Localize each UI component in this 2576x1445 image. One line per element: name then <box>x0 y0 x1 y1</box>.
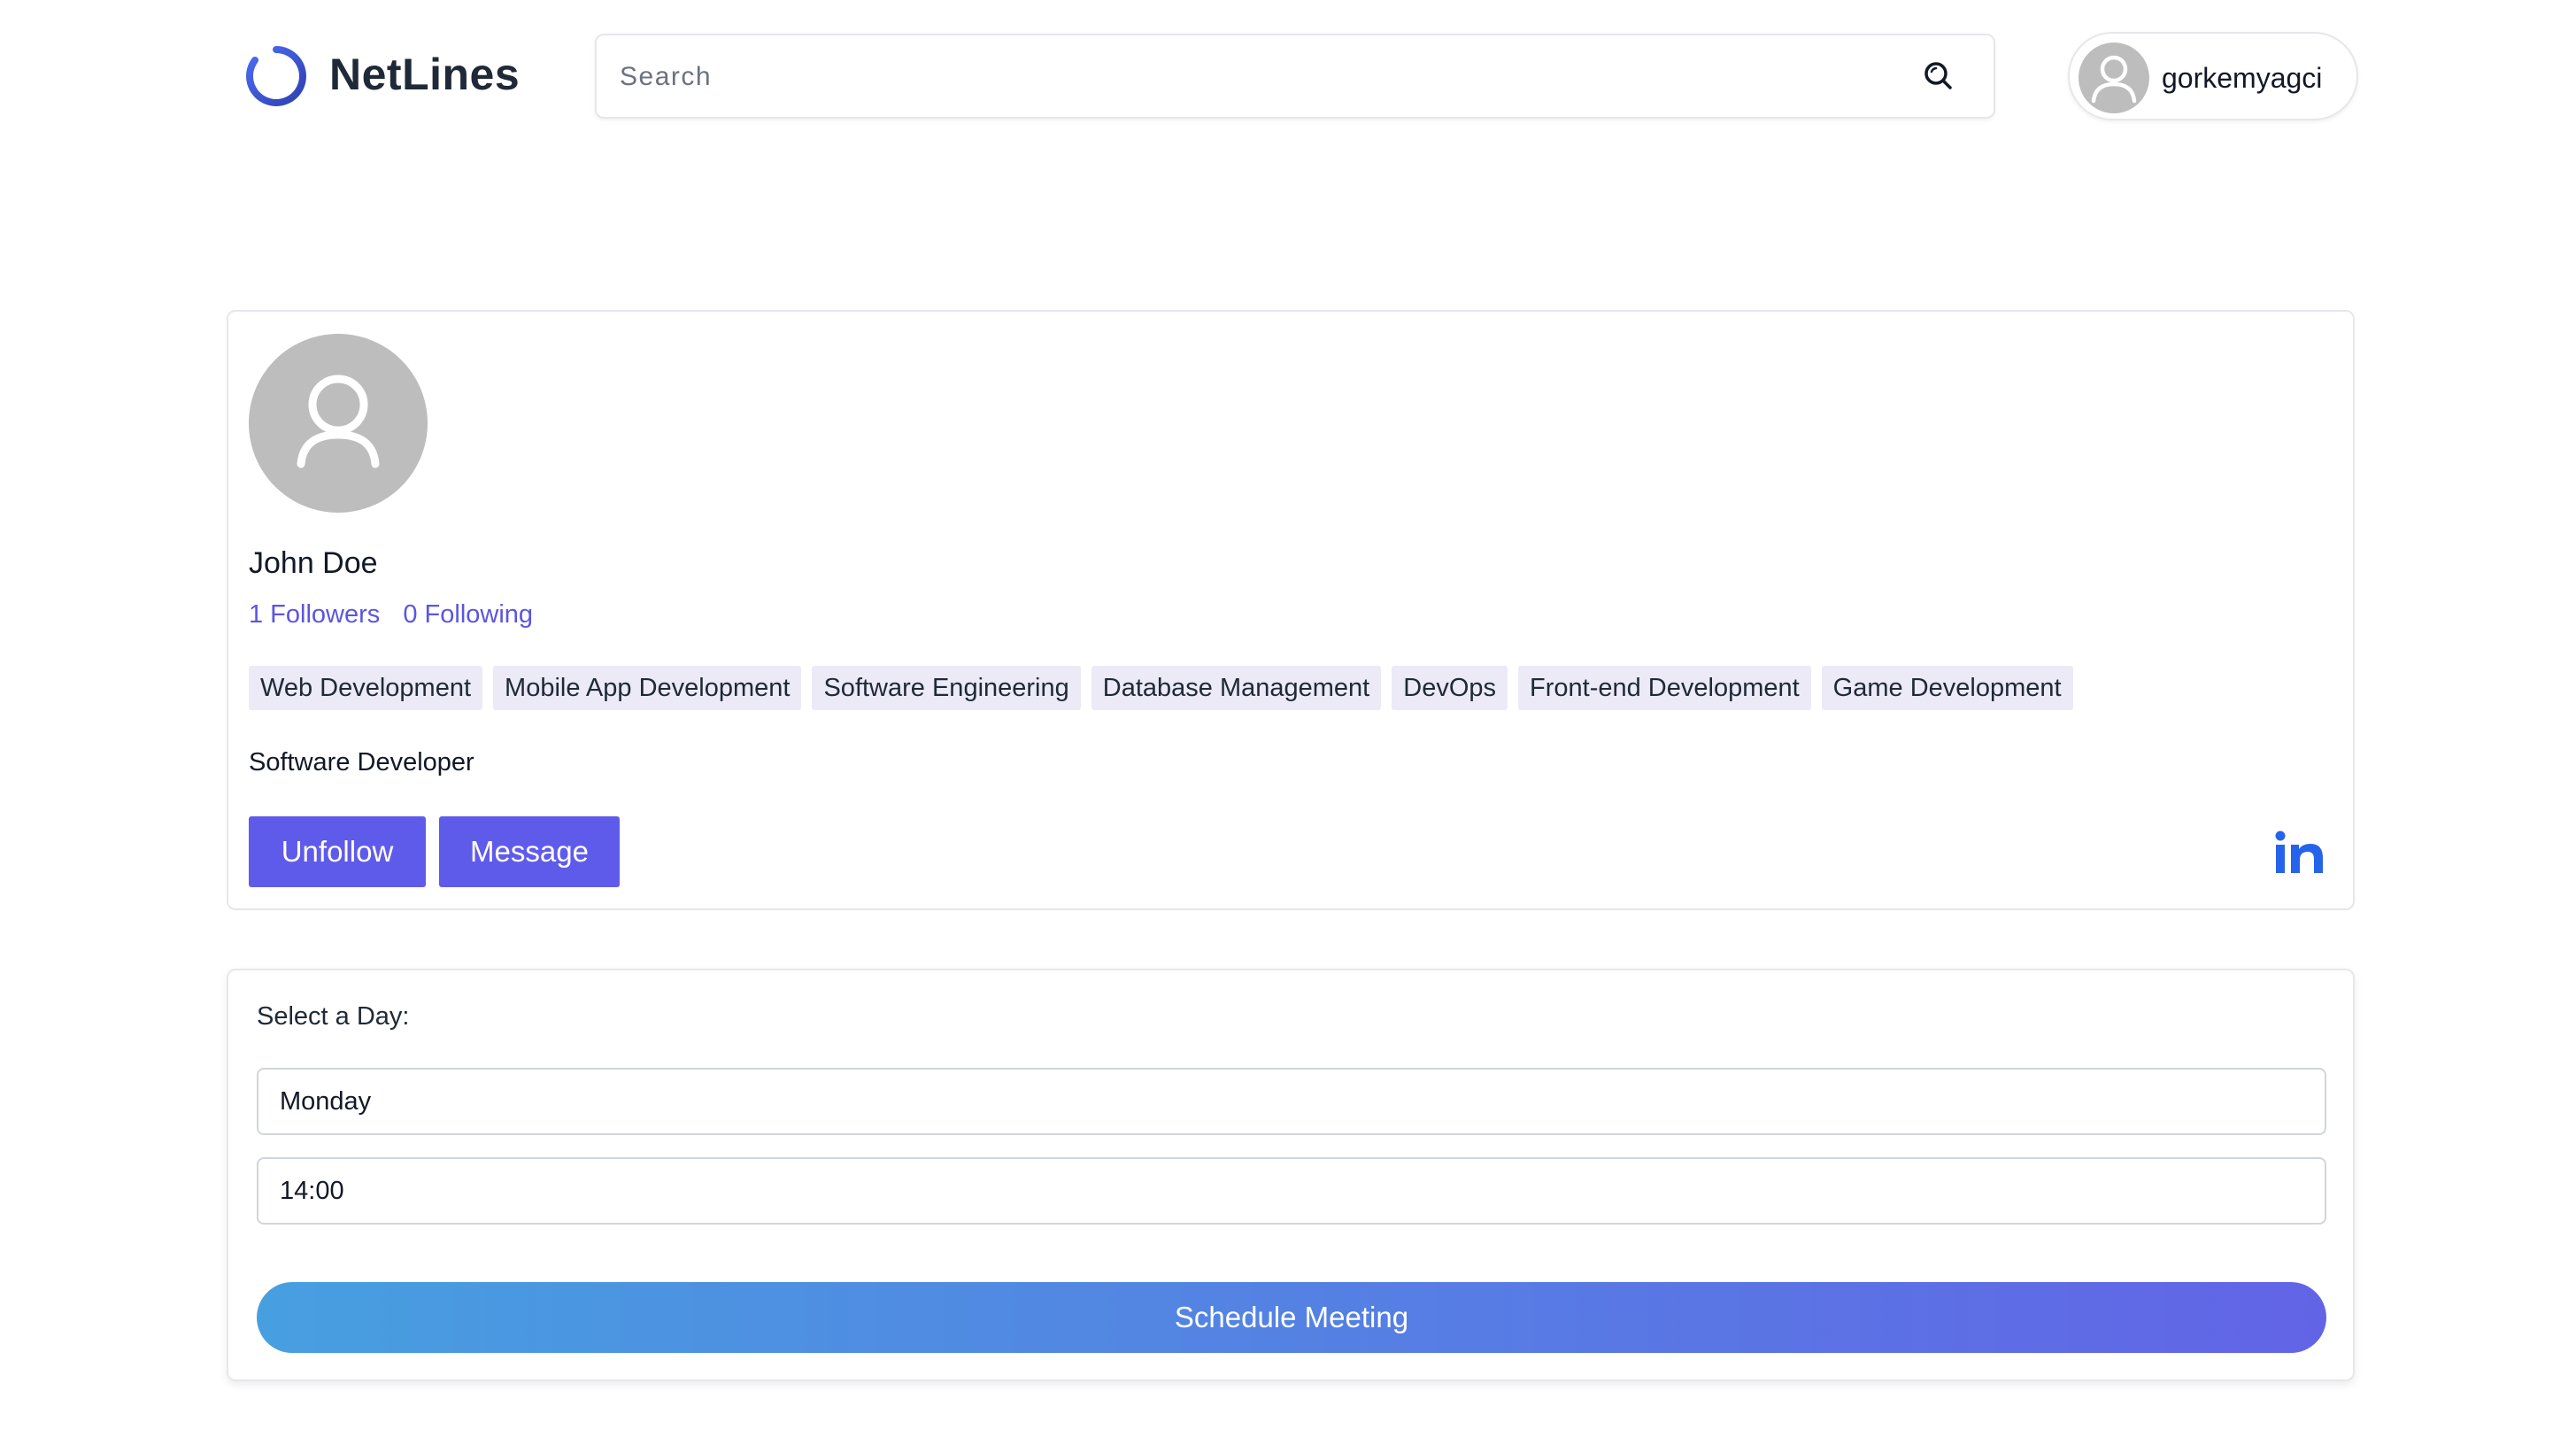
skill-tags: Web Development Mobile App Development S… <box>249 666 2073 710</box>
schedule-meeting-button[interactable]: Schedule Meeting <box>257 1282 2326 1353</box>
username: gorkemyagci <box>2162 62 2323 94</box>
following-link[interactable]: 0 Following <box>403 600 533 629</box>
profile-name: John Doe <box>249 546 378 580</box>
skill-tag: Mobile App Development <box>493 666 802 710</box>
user-avatar <box>2079 42 2149 113</box>
user-menu[interactable]: gorkemyagci <box>2068 32 2358 120</box>
select-day-label: Select a Day: <box>257 1002 410 1031</box>
brand-name[interactable]: NetLines <box>329 46 520 103</box>
day-select[interactable]: Monday <box>257 1068 2326 1135</box>
skill-tag: Game Development <box>1821 666 2073 710</box>
followers-link[interactable]: 1 Followers <box>249 600 380 629</box>
search-bar[interactable] <box>595 34 1995 119</box>
follow-stats: 1 Followers 0 Following <box>249 595 549 634</box>
skill-tag: Database Management <box>1091 666 1382 710</box>
search-icon[interactable] <box>1921 58 1956 94</box>
skill-tag: Software Engineering <box>812 666 1081 710</box>
linkedin-icon[interactable] <box>2275 831 2325 875</box>
skill-tag: Web Development <box>249 666 483 710</box>
time-input[interactable]: 14:00 <box>257 1157 2326 1225</box>
search-input[interactable] <box>618 35 1896 119</box>
profile-role: Software Developer <box>249 748 474 777</box>
profile-avatar <box>249 334 428 513</box>
unfollow-button[interactable]: Unfollow <box>249 816 426 887</box>
message-button[interactable]: Message <box>439 816 620 887</box>
logo-icon[interactable] <box>244 44 308 108</box>
skill-tag: Front-end Development <box>1518 666 1811 710</box>
skill-tag: DevOps <box>1392 666 1508 710</box>
